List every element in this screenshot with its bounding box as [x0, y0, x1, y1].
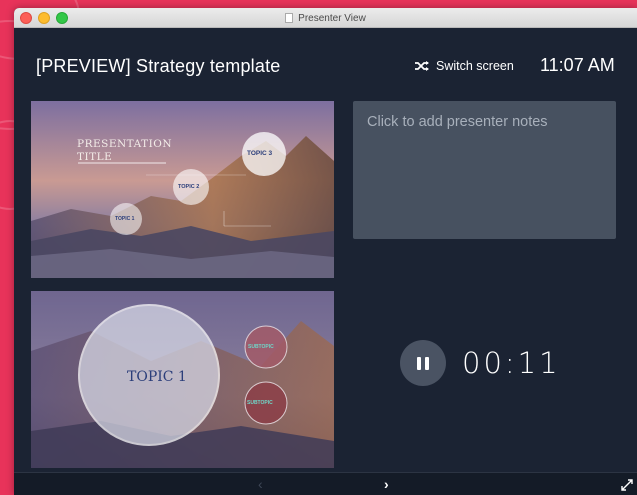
- next-slide-subtopic-2: SUBTOPIC: [247, 400, 273, 406]
- slide-title-line1: PRESENTATION: [77, 138, 173, 150]
- presentation-title: [PREVIEW] Strategy template: [36, 56, 281, 76]
- switch-screen-label: Switch screen: [436, 59, 514, 73]
- timer-group: 00:11: [400, 340, 561, 386]
- window-title: Presenter View: [298, 12, 366, 24]
- shuffle-icon: [415, 61, 429, 71]
- presenter-window: Presenter View [PREVIEW] Strategy templa…: [14, 8, 637, 495]
- pause-button[interactable]: [400, 340, 446, 386]
- slide-title-line2: TITLE: [77, 151, 113, 163]
- pause-icon: [417, 356, 429, 370]
- slide-topic-1: TOPIC 1: [115, 216, 135, 222]
- chevron-right-icon[interactable]: ›: [384, 476, 389, 492]
- chevron-left-icon[interactable]: ‹: [258, 476, 263, 492]
- next-slide-subtopic-1: SUBTOPIC: [248, 344, 274, 350]
- current-slide-preview[interactable]: PRESENTATION TITLE TOPIC 3 TOPIC 2 TOPIC…: [31, 101, 334, 278]
- switch-screen-button[interactable]: Switch screen: [414, 58, 514, 74]
- next-slide-topic: TOPIC 1: [127, 369, 187, 385]
- slide-topic-2: TOPIC 2: [178, 184, 200, 190]
- document-icon: [285, 13, 294, 23]
- next-slide-preview[interactable]: TOPIC 1 SUBTOPIC SUBTOPIC: [31, 291, 334, 468]
- elapsed-timer: 00:11: [462, 346, 561, 380]
- clock: 11:07 AM: [540, 55, 615, 75]
- presenter-notes-area[interactable]: Click to add presenter notes: [353, 101, 616, 239]
- presenter-notes-placeholder: Click to add presenter notes: [367, 114, 548, 130]
- title-bar: Presenter View: [14, 8, 637, 28]
- window-title-group: Presenter View: [14, 8, 637, 28]
- slide-topic-3: TOPIC 3: [247, 150, 273, 157]
- expand-icon[interactable]: [621, 479, 633, 491]
- navigation-bar: ‹ ›: [14, 472, 637, 495]
